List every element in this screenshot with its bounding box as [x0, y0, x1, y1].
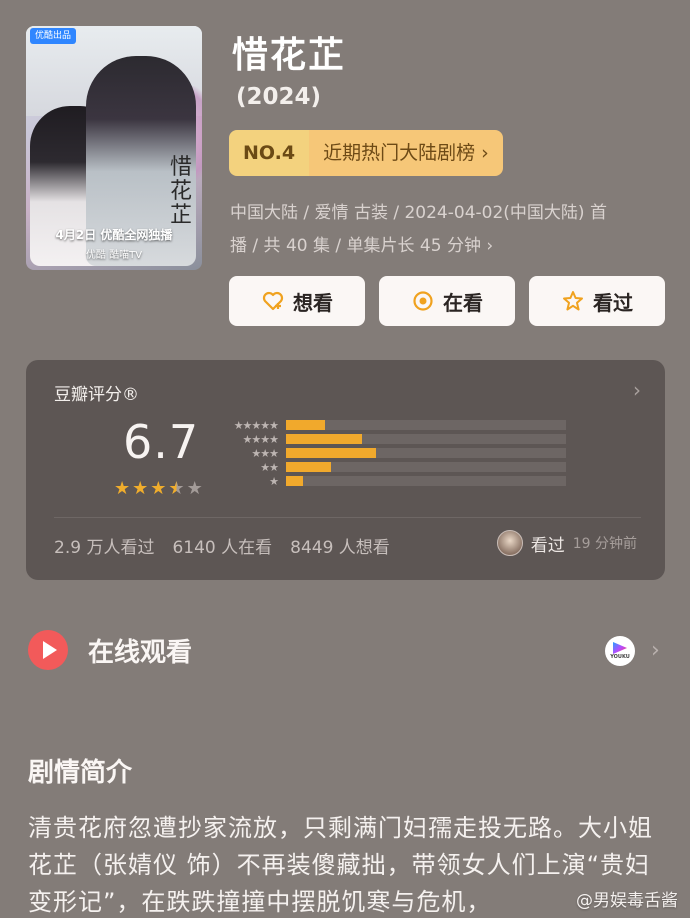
- distribution-bar: [286, 448, 376, 458]
- distribution-stars: ★★★★★: [233, 418, 279, 432]
- youku-play-icon: [613, 642, 627, 654]
- star-half-icon: ★: [168, 478, 185, 499]
- meta-line-2: 播 / 共 40 集 / 单集片长 45 分钟 ›: [230, 236, 494, 256]
- distribution-bar: [286, 434, 362, 444]
- online-watch-row[interactable]: 在线观看: [28, 630, 192, 670]
- release-year: (2024): [236, 84, 322, 110]
- rank-label-text: 近期热门大陆剧榜: [323, 142, 476, 164]
- target-icon: [411, 289, 435, 313]
- distribution-track: [286, 448, 566, 458]
- rating-heading: 豆瓣评分®: [54, 385, 139, 405]
- rating-stars: ★ ★ ★ ★ ★: [114, 478, 203, 499]
- poster-date-line: 4月2日 优酷全网独播: [55, 228, 173, 242]
- distribution-stars: ★★: [260, 460, 279, 474]
- friend-status: 看过: [530, 535, 565, 556]
- action-buttons: 想看 在看 看过: [229, 276, 665, 326]
- chevron-right-icon: ›: [481, 142, 489, 164]
- poster-badge: 优酷出品: [30, 28, 77, 44]
- chevron-right-icon[interactable]: ›: [651, 638, 660, 663]
- distribution-stars: ★: [269, 474, 279, 488]
- distribution-track: [286, 476, 566, 486]
- divider: [54, 517, 641, 518]
- friend-activity[interactable]: 看过 19 分钟前: [496, 530, 637, 556]
- play-icon: [28, 630, 68, 670]
- want-count: 8449 人想看: [290, 538, 390, 558]
- synopsis-title: 剧情简介: [28, 758, 133, 788]
- youku-logo-text: YOUKU: [610, 654, 630, 660]
- avatar: [496, 530, 523, 556]
- poster-image[interactable]: 优酷出品 惜花芷 4月2日 优酷全网独播 优酷 酷喵TV: [26, 26, 202, 270]
- chevron-right-icon[interactable]: ›: [633, 378, 641, 402]
- distribution-row: ★: [224, 474, 566, 488]
- watching-count: 6140 人在看: [172, 538, 273, 558]
- page-title: 惜花芷: [232, 35, 347, 76]
- rank-label: 近期热门大陆剧榜 ›: [309, 130, 503, 176]
- distribution-track: [286, 462, 566, 472]
- meta-line-1: 中国大陆 / 爱情 古装 / 2024-04-02(中国大陆) 首: [230, 203, 607, 223]
- distribution-bar: [286, 420, 326, 430]
- poster-platforms: 优酷 酷喵TV: [85, 250, 143, 261]
- rating-card[interactable]: 豆瓣评分® › 6.7 ★ ★ ★ ★ ★ ★★★★★ ★★★★ ★★★ ★★ …: [26, 360, 665, 580]
- star-icon: ★: [132, 478, 149, 499]
- star-empty-icon: ★: [186, 478, 203, 499]
- rating-distribution: ★★★★★ ★★★★ ★★★ ★★ ★: [224, 418, 566, 488]
- online-watch-label: 在线观看: [88, 637, 193, 668]
- distribution-row: ★★★★: [224, 432, 566, 446]
- distribution-stars: ★★★★: [242, 432, 279, 446]
- distribution-bar: [286, 476, 303, 486]
- synopsis-text: 清贵花府忽遭抄家流放，只剩满门妇孺走投无路。大小姐花芷（张婧仪 饰）不再装傻藏拙…: [28, 814, 653, 916]
- star-icon: ★: [150, 478, 167, 499]
- watched-button[interactable]: 看过: [529, 276, 665, 326]
- youku-logo-icon[interactable]: YOUKU: [605, 636, 635, 666]
- distribution-bar: [286, 462, 331, 472]
- rank-badge[interactable]: NO.4 近期热门大陆剧榜 ›: [229, 130, 503, 176]
- star-icon: ★: [114, 478, 131, 499]
- distribution-track: [286, 434, 566, 444]
- poster-title: 惜花芷: [169, 155, 192, 228]
- distribution-stars: ★★★: [251, 446, 279, 460]
- heart-plus-icon: [261, 289, 285, 313]
- rating-score: 6.7: [123, 415, 200, 469]
- rank-number: NO.4: [229, 130, 310, 176]
- distribution-row: ★★: [224, 460, 566, 474]
- distribution-track: [286, 420, 566, 430]
- distribution-row: ★★★: [224, 446, 566, 460]
- watching-label: 在看: [443, 290, 483, 315]
- want-to-watch-button[interactable]: 想看: [229, 276, 365, 326]
- star-outline-icon: [561, 289, 585, 313]
- want-to-watch-label: 想看: [293, 290, 333, 315]
- friend-time: 19 分钟前: [572, 536, 637, 552]
- watched-count: 2.9 万人看过: [54, 538, 155, 558]
- audience-stats: 2.9 万人看过 6140 人在看 8449 人想看: [54, 533, 390, 558]
- distribution-row: ★★★★★: [224, 418, 566, 432]
- watched-label: 看过: [593, 290, 633, 315]
- watermark: @男娱毒舌酱: [576, 891, 678, 911]
- watching-button[interactable]: 在看: [379, 276, 515, 326]
- movie-meta[interactable]: 中国大陆 / 爱情 古装 / 2024-04-02(中国大陆) 首 播 / 共 …: [230, 197, 670, 263]
